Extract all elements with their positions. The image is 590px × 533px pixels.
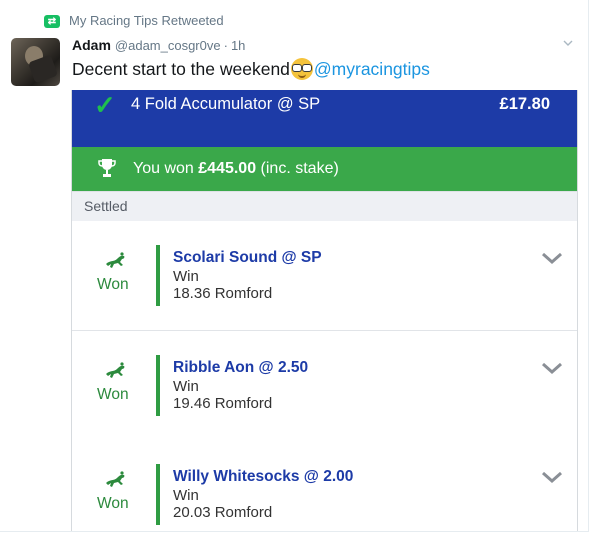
won-suffix: (inc. stake): [260, 160, 339, 177]
retweet-context: ⇄ My Racing Tips Retweeted: [44, 13, 224, 29]
tweet-header: Adam @adam_cosgr0ve · 1h: [72, 37, 245, 55]
market-label: Win: [173, 378, 199, 395]
race-label: 18.36 Romford: [173, 285, 273, 302]
author-handle[interactable]: @adam_cosgr0ve: [115, 38, 221, 53]
settled-header: Settled: [72, 191, 577, 222]
separator: ·: [223, 38, 228, 53]
check-icon: ✓: [94, 90, 116, 120]
accumulator-header: ✓ 4 Fold Accumulator @ SP £17.80: [72, 90, 577, 147]
result-label: Won: [97, 386, 129, 403]
chevron-down-icon[interactable]: [541, 361, 563, 375]
racing-horse-icon: [106, 252, 125, 268]
stake-amount: £17.80: [499, 95, 550, 113]
winnings-banner: You won £445.00 (inc. stake): [72, 147, 577, 191]
result-indicator: [156, 245, 160, 306]
chevron-down-icon[interactable]: [541, 470, 563, 484]
result-label: Won: [97, 276, 129, 293]
chevron-down-icon[interactable]: [541, 251, 563, 265]
won-prefix: You won: [133, 160, 194, 177]
retweet-label[interactable]: My Racing Tips Retweeted: [69, 13, 224, 29]
race-label: 19.46 Romford: [173, 395, 273, 412]
result-indicator: [156, 355, 160, 416]
selection-title: Scolari Sound @ SP: [173, 249, 322, 266]
settled-label: Settled: [84, 198, 128, 214]
tweet-text: Decent start to the weekend @myracingtip…: [72, 57, 430, 81]
racing-horse-icon: [106, 362, 125, 378]
winnings-text: You won £445.00 (inc. stake): [133, 159, 339, 179]
selection-row[interactable]: Won Willy Whitesocks @ 2.00 Win 20.03 Ro…: [72, 440, 577, 531]
mention-link[interactable]: @myracingtips: [314, 57, 430, 81]
race-label: 20.03 Romford: [173, 504, 273, 521]
market-label: Win: [173, 487, 199, 504]
retweet-icon: ⇄: [44, 14, 60, 28]
avatar[interactable]: [11, 38, 60, 86]
bet-slip-image[interactable]: ✓ 4 Fold Accumulator @ SP £17.80 You won…: [71, 90, 578, 531]
bet-type: 4 Fold Accumulator @ SP: [131, 95, 321, 113]
result-label: Won: [97, 495, 129, 512]
market-label: Win: [173, 268, 199, 285]
tweet-body: Decent start to the weekend: [72, 59, 290, 79]
selection-title: Ribble Aon @ 2.50: [173, 359, 309, 376]
selection-title: Willy Whitesocks @ 2.00: [173, 468, 354, 485]
nerd-face-emoji-icon: [290, 58, 313, 80]
result-indicator: [156, 464, 160, 525]
selection-row[interactable]: Won Scolari Sound @ SP Win 18.36 Romford: [72, 221, 577, 331]
won-amount: £445.00: [198, 160, 257, 177]
tweet-container[interactable]: ⇄ My Racing Tips Retweeted Adam @adam_co…: [0, 0, 589, 532]
racing-horse-icon: [106, 471, 125, 487]
trophy-icon: [98, 159, 116, 177]
chevron-down-icon[interactable]: [563, 38, 573, 48]
tweet-time[interactable]: 1h: [231, 38, 245, 53]
author-name[interactable]: Adam: [72, 37, 111, 53]
selection-row[interactable]: Won Ribble Aon @ 2.50 Win 19.46 Romford: [72, 331, 577, 441]
